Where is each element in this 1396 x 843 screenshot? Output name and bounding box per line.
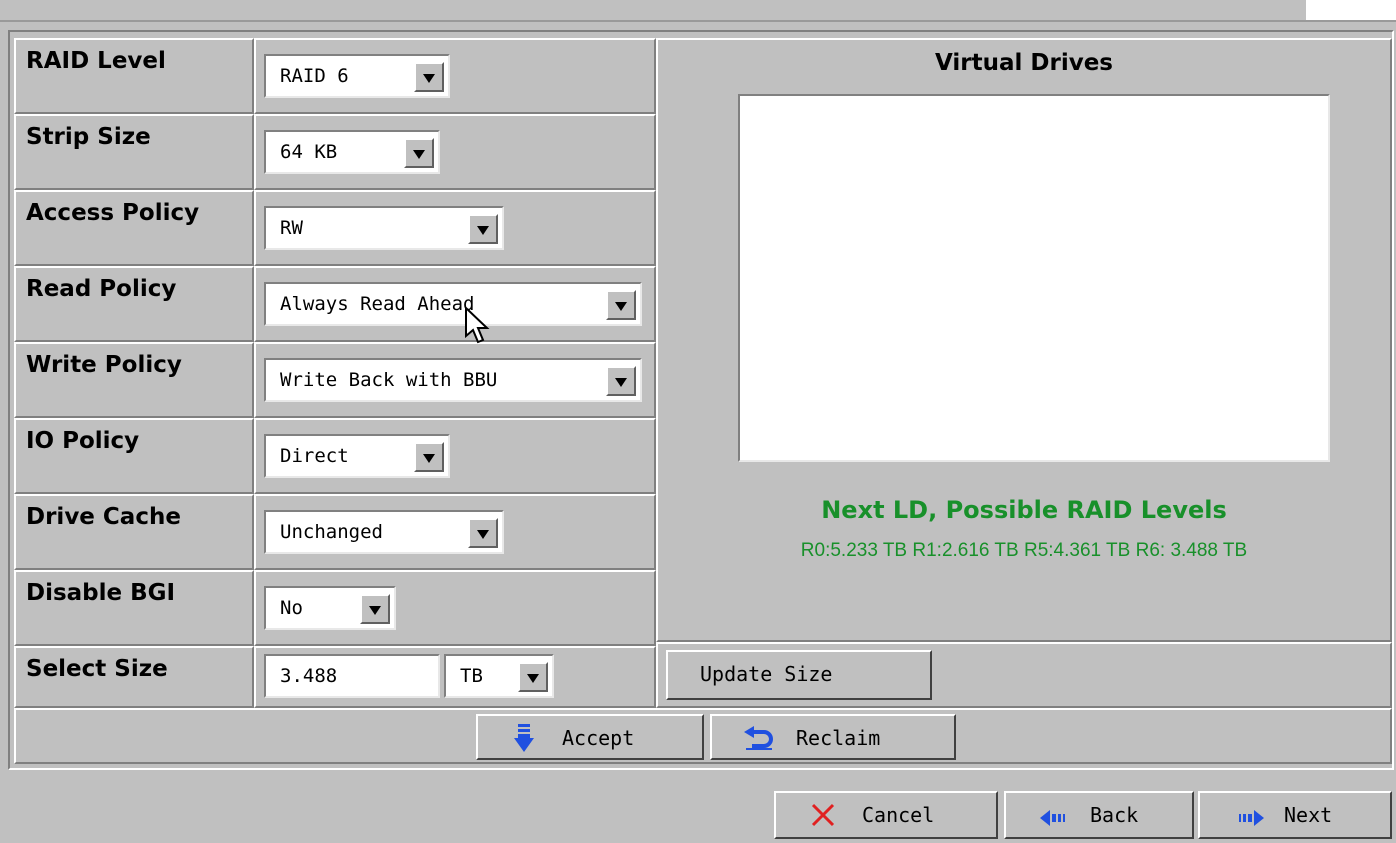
access-policy-label: Access Policy: [26, 200, 200, 226]
size-unit-value: TB: [460, 665, 483, 687]
disable-bgi-dropdown[interactable]: No: [264, 586, 396, 630]
chevron-down-icon[interactable]: [360, 594, 390, 624]
io-policy-label-cell: IO Policy: [14, 418, 254, 494]
read-policy-label: Read Policy: [26, 276, 177, 302]
disable-bgi-control-cell: No: [254, 570, 656, 646]
access-policy-label-cell: Access Policy: [14, 190, 254, 266]
write-policy-dropdown[interactable]: Write Back with BBU: [264, 358, 642, 402]
strip-size-value: 64 KB: [280, 141, 338, 163]
disable-bgi-label-cell: Disable BGI: [14, 570, 254, 646]
next-ld-title: Next LD, Possible RAID Levels: [821, 496, 1227, 524]
top-right-white-strip: [1306, 0, 1396, 20]
select-size-label: Select Size: [26, 656, 168, 682]
raid-level-label: RAID Level: [26, 48, 166, 74]
access-policy-value: RW: [280, 217, 303, 239]
disable-bgi-value: No: [280, 597, 303, 619]
write-policy-label-cell: Write Policy: [14, 342, 254, 418]
raid-level-value: RAID 6: [280, 65, 349, 87]
virtual-drives-title: Virtual Drives: [934, 50, 1113, 76]
raid-level-dropdown[interactable]: RAID 6: [264, 54, 450, 98]
strip-size-control-cell: 64 KB: [254, 114, 656, 190]
io-policy-dropdown[interactable]: Direct: [264, 434, 450, 478]
drive-cache-label-cell: Drive Cache: [14, 494, 254, 570]
read-policy-control-cell: Always Read Ahead: [254, 266, 656, 342]
chevron-down-icon[interactable]: [606, 366, 636, 396]
virtual-drives-list[interactable]: [738, 94, 1330, 462]
read-policy-value: Always Read Ahead: [280, 293, 475, 315]
update-size-label: Update Size: [700, 662, 833, 686]
access-policy-control-cell: RW: [254, 190, 656, 266]
chevron-down-icon[interactable]: [518, 662, 548, 692]
access-policy-dropdown[interactable]: RW: [264, 206, 504, 250]
io-policy-value: Direct: [280, 445, 349, 467]
chevron-down-icon[interactable]: [468, 214, 498, 244]
disable-bgi-label: Disable BGI: [26, 580, 176, 606]
cancel-label: Cancel: [862, 803, 935, 827]
config-frame: RAID Level RAID 6 Strip Size 64 KB Acces…: [8, 30, 1394, 770]
top-divider: [0, 20, 1396, 22]
io-policy-control-cell: Direct: [254, 418, 656, 494]
next-button[interactable]: Next: [1198, 791, 1392, 839]
next-ld-values: R0:5.233 TB R1:2.616 TB R5:4.361 TB R6: …: [800, 540, 1248, 561]
back-button[interactable]: Back: [1004, 791, 1194, 839]
update-size-button[interactable]: Update Size: [666, 650, 932, 700]
update-size-cell: Update Size: [656, 642, 1392, 708]
read-policy-label-cell: Read Policy: [14, 266, 254, 342]
strip-size-label-cell: Strip Size: [14, 114, 254, 190]
reclaim-button[interactable]: Reclaim: [710, 714, 956, 760]
read-policy-dropdown[interactable]: Always Read Ahead: [264, 282, 642, 326]
mouse-cursor-icon: [464, 305, 490, 348]
back-label: Back: [1090, 803, 1139, 827]
reclaim-icon: [744, 726, 774, 755]
chevron-down-icon[interactable]: [414, 62, 444, 92]
chevron-down-icon[interactable]: [468, 518, 498, 548]
chevron-down-icon[interactable]: [404, 138, 434, 168]
accept-label: Accept: [562, 726, 635, 750]
strip-size-label: Strip Size: [26, 124, 151, 150]
chevron-down-icon[interactable]: [606, 290, 636, 320]
accept-icon: [514, 724, 534, 759]
raid-level-label-cell: RAID Level: [14, 38, 254, 114]
write-policy-label: Write Policy: [26, 352, 182, 378]
select-size-control-cell: 3.488 TB: [254, 646, 656, 708]
cancel-icon: [810, 802, 836, 833]
raid-level-control-cell: RAID 6: [254, 38, 656, 114]
virtual-drives-panel: Virtual Drives Next LD, Possible RAID Le…: [656, 38, 1392, 642]
action-row: Accept Reclaim: [14, 708, 1392, 764]
io-policy-label: IO Policy: [26, 428, 140, 454]
next-label: Next: [1284, 803, 1333, 827]
chevron-down-icon[interactable]: [414, 442, 444, 472]
cancel-button[interactable]: Cancel: [774, 791, 998, 839]
next-arrow-icon: [1234, 807, 1264, 831]
select-size-value: 3.488: [280, 665, 338, 687]
drive-cache-control-cell: Unchanged: [254, 494, 656, 570]
strip-size-dropdown[interactable]: 64 KB: [264, 130, 440, 174]
reclaim-label: Reclaim: [796, 726, 881, 750]
drive-cache-value: Unchanged: [280, 521, 383, 543]
back-arrow-icon: [1040, 807, 1070, 831]
select-size-input[interactable]: 3.488: [264, 654, 440, 698]
size-unit-dropdown[interactable]: TB: [444, 654, 554, 698]
write-policy-control-cell: Write Back with BBU: [254, 342, 656, 418]
select-size-label-cell: Select Size: [14, 646, 254, 708]
accept-button[interactable]: Accept: [476, 714, 704, 760]
write-policy-value: Write Back with BBU: [280, 369, 498, 391]
drive-cache-label: Drive Cache: [26, 504, 181, 530]
drive-cache-dropdown[interactable]: Unchanged: [264, 510, 504, 554]
